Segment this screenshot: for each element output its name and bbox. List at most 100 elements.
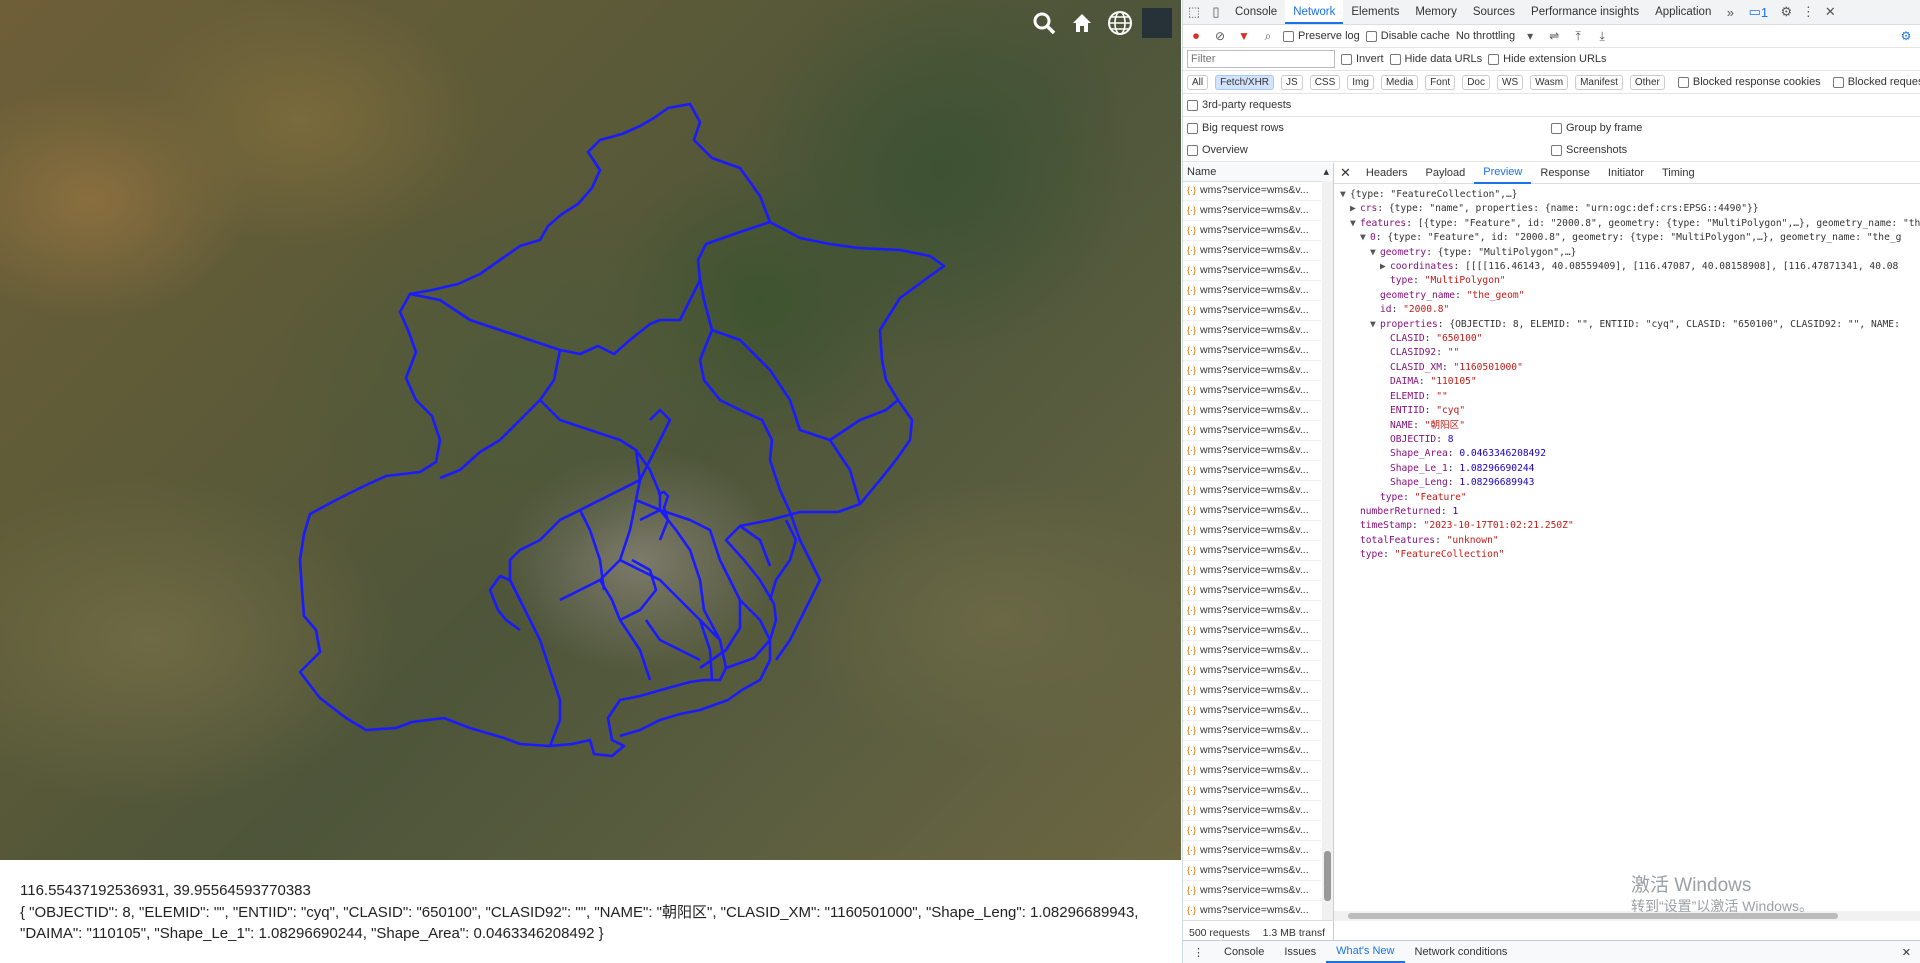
home-icon[interactable] [1066,8,1098,38]
drawer-tab-what-s-new[interactable]: What's New [1326,941,1405,963]
invert-checkbox[interactable]: Invert [1341,53,1384,65]
messages-icon[interactable]: ▭ 1 [1741,0,1775,24]
request-row[interactable]: {·} wms?service=wms&v... [1183,301,1321,321]
request-list-scrollbar[interactable] [1322,181,1333,921]
drawer-tab-issues[interactable]: Issues [1274,946,1326,958]
request-row[interactable]: {·} wms?service=wms&v... [1183,581,1321,601]
tab-performance-insights[interactable]: Performance insights [1523,0,1647,24]
globe-icon[interactable] [1104,8,1136,38]
tab-application[interactable]: Application [1647,0,1719,24]
type-filter-font[interactable]: Font [1425,74,1456,90]
type-filter-ws[interactable]: WS [1497,74,1524,90]
request-row[interactable]: {·} wms?service=wms&v... [1183,621,1321,641]
request-row[interactable]: {·} wms?service=wms&v... [1183,181,1321,201]
type-filter-wasm[interactable]: Wasm [1530,74,1569,90]
json-line[interactable]: ▶ crs: {type: "name", properties: {name: … [1340,202,1920,216]
request-row[interactable]: {·} wms?service=wms&v... [1183,821,1321,841]
json-line[interactable]: ▼ {type: "FeatureCollection",…} [1340,188,1920,202]
close-drawer-icon[interactable]: ✕ [1892,946,1920,959]
request-row[interactable]: {·} wms?service=wms&v... [1183,881,1321,901]
expanded-arrow-icon[interactable]: ▼ [1340,188,1350,202]
collapsed-arrow-icon[interactable]: ▶ [1350,202,1360,216]
network-settings-icon[interactable]: ⚙ [1897,29,1915,43]
type-filter-fetch-xhr[interactable]: Fetch/XHR [1215,74,1275,90]
expanded-arrow-icon[interactable]: ▼ [1370,318,1380,332]
type-filter-css[interactable]: CSS [1309,74,1341,90]
type-filter-img[interactable]: Img [1347,74,1374,90]
disable-cache-checkbox[interactable]: Disable cache [1365,30,1450,42]
json-line[interactable]: ▼ properties: {OBJECTID: 8, ELEMID: "", E… [1340,318,1920,332]
close-details-icon[interactable]: ✕ [1334,163,1357,183]
overview-checkbox[interactable]: Overview [1187,144,1545,156]
type-filter-all[interactable]: All [1187,74,1209,90]
drawer-menu-icon[interactable]: ⋮ [1183,946,1214,959]
request-row[interactable]: {·} wms?service=wms&v... [1183,861,1321,881]
expanded-arrow-icon[interactable]: ▼ [1370,246,1380,260]
throttling-chevron-icon[interactable]: ▾ [1521,29,1539,43]
request-row[interactable]: {·} wms?service=wms&v... [1183,421,1321,441]
request-row[interactable]: {·} wms?service=wms&v... [1183,221,1321,241]
group-by-frame-checkbox[interactable]: Group by frame [1551,122,1642,134]
more-options-icon[interactable]: ⋮ [1797,0,1819,24]
search-icon[interactable] [1028,8,1060,38]
map-view[interactable] [0,0,1181,860]
request-row[interactable]: {·} wms?service=wms&v... [1183,781,1321,801]
expanded-arrow-icon[interactable]: ▼ [1350,217,1360,231]
network-conditions-icon[interactable]: ⇌ [1545,29,1563,43]
screenshots-checkbox[interactable]: Screenshots [1551,144,1627,156]
request-row[interactable]: {·} wms?service=wms&v... [1183,721,1321,741]
request-row[interactable]: {·} wms?service=wms&v... [1183,801,1321,821]
details-tab-timing[interactable]: Timing [1653,163,1704,183]
request-row[interactable]: {·} wms?service=wms&v... [1183,381,1321,401]
request-row[interactable]: {·} wms?service=wms&v... [1183,661,1321,681]
json-line[interactable]: ▼ 0: {type: "Feature", id: "2000.8", geom… [1340,231,1920,245]
json-line[interactable]: ▶ coordinates: [[[[116.46143, 40.08559409… [1340,260,1920,274]
request-row[interactable]: {·} wms?service=wms&v... [1183,341,1321,361]
request-row[interactable]: {·} wms?service=wms&v... [1183,501,1321,521]
details-tab-headers[interactable]: Headers [1357,163,1417,183]
request-row[interactable]: {·} wms?service=wms&v... [1183,601,1321,621]
tab-network[interactable]: Network [1285,0,1344,24]
request-row[interactable]: {·} wms?service=wms&v... [1183,841,1321,861]
more-tabs-icon[interactable]: » [1719,0,1741,24]
third-party-checkbox[interactable]: 3rd-party requests [1187,99,1291,111]
big-request-rows-checkbox[interactable]: Big request rows [1187,122,1545,134]
json-line[interactable]: ▼ features: [{type: "Feature", id: "2000.… [1340,217,1920,231]
export-har-icon[interactable]: ⤓ [1593,29,1611,44]
preserve-log-checkbox[interactable]: Preserve log [1283,30,1360,42]
request-row[interactable]: {·} wms?service=wms&v... [1183,481,1321,501]
device-toolbar-icon[interactable]: ▯ [1205,0,1227,24]
request-row[interactable]: {·} wms?service=wms&v... [1183,681,1321,701]
request-row[interactable]: {·} wms?service=wms&v... [1183,561,1321,581]
type-filter-js[interactable]: JS [1281,74,1303,90]
blocked-requests-checkbox[interactable]: Blocked requests [1832,76,1920,88]
clear-icon[interactable]: ⊘ [1211,29,1229,43]
settings-gear-icon[interactable]: ⚙ [1775,0,1797,24]
request-row[interactable]: {·} wms?service=wms&v... [1183,261,1321,281]
preview-hscrollbar[interactable] [1334,911,1920,921]
type-filter-media[interactable]: Media [1380,74,1419,90]
throttling-select[interactable]: No throttling [1456,30,1515,42]
request-row[interactable]: {·} wms?service=wms&v... [1183,641,1321,661]
request-row[interactable]: {·} wms?service=wms&v... [1183,361,1321,381]
details-tab-initiator[interactable]: Initiator [1599,163,1653,183]
request-row[interactable]: {·} wms?service=wms&v... [1183,521,1321,541]
import-har-icon[interactable]: ⤒ [1569,29,1587,44]
json-line[interactable]: ▼ geometry: {type: "MultiPolygon",…} [1340,246,1920,260]
filter-icon[interactable]: ▼ [1235,29,1253,43]
search-network-icon[interactable]: ⌕ [1259,29,1277,44]
record-icon[interactable]: ⏺ [1187,29,1205,44]
type-filter-manifest[interactable]: Manifest [1575,74,1623,90]
drawer-tab-console[interactable]: Console [1214,946,1274,958]
request-row[interactable]: {·} wms?service=wms&v... [1183,901,1321,921]
tab-elements[interactable]: Elements [1343,0,1407,24]
type-filter-other[interactable]: Other [1629,74,1665,90]
blocked-response-cookies-checkbox[interactable]: Blocked response cookies [1677,76,1821,88]
layer-picker-button[interactable] [1142,8,1172,38]
filter-input[interactable] [1187,50,1335,68]
request-row[interactable]: {·} wms?service=wms&v... [1183,321,1321,341]
request-row[interactable]: {·} wms?service=wms&v... [1183,241,1321,261]
type-filter-doc[interactable]: Doc [1462,74,1490,90]
request-row[interactable]: {·} wms?service=wms&v... [1183,761,1321,781]
close-devtools-icon[interactable]: ✕ [1819,0,1841,24]
